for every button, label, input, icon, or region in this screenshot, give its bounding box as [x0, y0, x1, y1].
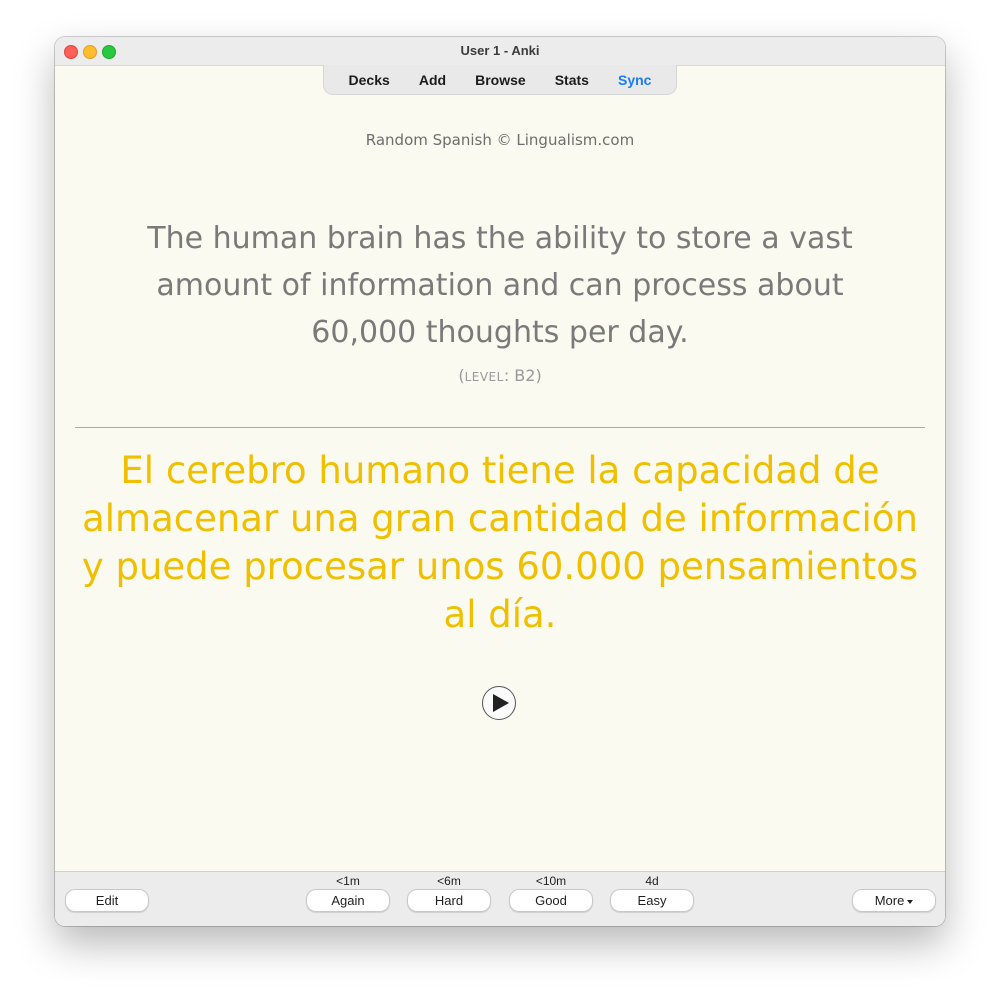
review-bottom-bar: Edit <1m Again <6m Hard <10m Good 4d Eas… [55, 871, 945, 926]
window-title: User 1 - Anki [460, 43, 540, 58]
toolbar-decks-link[interactable]: Decks [349, 72, 390, 88]
edit-button[interactable]: Edit [65, 889, 149, 912]
deck-credit: Random Spanish © Lingualism.com [365, 131, 635, 149]
play-icon [493, 694, 509, 712]
good-button[interactable]: Good [509, 889, 593, 912]
easy-button[interactable]: Easy [610, 889, 694, 912]
toolbar-add-link[interactable]: Add [419, 72, 446, 88]
again-button[interactable]: Again [306, 889, 390, 912]
anki-window: User 1 - Anki Decks Add Browse Stats Syn… [55, 37, 945, 926]
card-level: (LEVEL: B2) [55, 366, 945, 385]
card-answer: El cerebro humano tiene la capacidad de … [81, 449, 919, 636]
answer-divider [75, 427, 925, 428]
toolbar-stats-link[interactable]: Stats [555, 72, 589, 88]
level-value: : B2) [503, 366, 542, 385]
toolbar-browse-link[interactable]: Browse [475, 72, 526, 88]
main-toolbar: Decks Add Browse Stats Sync [323, 65, 677, 95]
level-label: LEVEL [464, 370, 504, 384]
play-audio-button[interactable] [482, 686, 516, 720]
more-button[interactable]: More [852, 889, 936, 912]
card-question: The human brain has the ability to store… [147, 221, 853, 350]
chevron-down-icon [907, 899, 914, 904]
hard-interval: <6m [437, 874, 461, 888]
card-view: Random Spanish © Lingualism.com The huma… [55, 95, 945, 872]
toolbar-sync-link[interactable]: Sync [618, 72, 651, 88]
again-interval: <1m [336, 874, 360, 888]
title-bar: User 1 - Anki [55, 37, 945, 66]
more-label: More [874, 893, 905, 908]
good-interval: <10m [535, 874, 567, 888]
hard-button[interactable]: Hard [407, 889, 491, 912]
easy-interval: 4d [645, 874, 659, 888]
